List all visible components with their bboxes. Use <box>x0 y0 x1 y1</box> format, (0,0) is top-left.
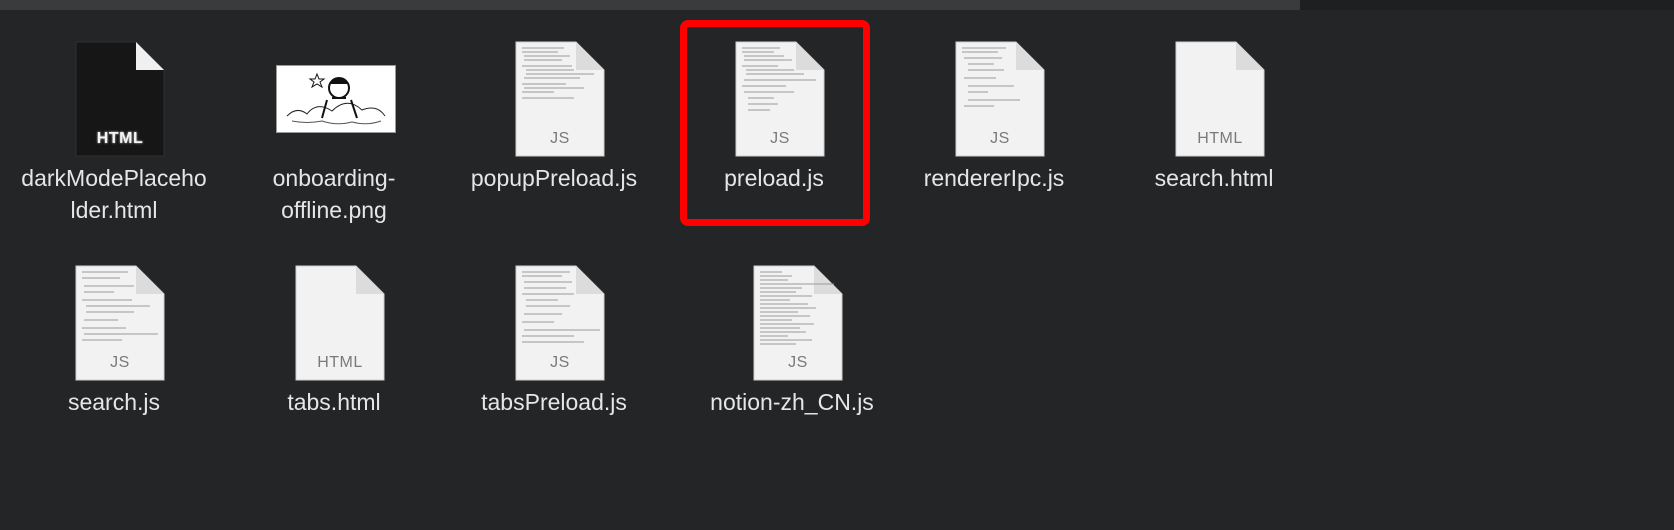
toolbar-area <box>0 0 1300 10</box>
file-item-notion-zh_CN[interactable]: JS notion-zh_CN.js <box>682 242 902 418</box>
selection-highlight-box <box>680 20 870 226</box>
file-item-tabs-html[interactable]: HTML tabs.html <box>224 242 444 418</box>
file-name: search.js <box>67 389 161 415</box>
html-file-icon: HTML <box>74 40 166 158</box>
file-name: notion-zh_CN.js <box>710 389 874 415</box>
file-name: tabsPreload.js <box>481 389 627 415</box>
file-item-search-html[interactable]: HTML search.html <box>1104 18 1324 194</box>
file-item-popupPreload[interactable]: JS popupPreload.js <box>444 18 664 194</box>
file-name: search.html <box>1154 165 1274 191</box>
js-file-icon: JS <box>954 40 1046 158</box>
file-name: onboarding- offline.png <box>272 165 396 223</box>
window-top-bar <box>0 0 1674 10</box>
file-item-search-js[interactable]: JS search.js <box>4 242 224 418</box>
html-file-icon: HTML <box>1174 40 1266 158</box>
file-item-tabsPreload[interactable]: JS tabsPreload.js <box>444 242 664 418</box>
html-file-icon: HTML <box>294 264 386 382</box>
file-name: tabs.html <box>287 389 381 415</box>
js-file-icon: JS <box>752 264 844 382</box>
js-file-icon: JS <box>514 40 606 158</box>
file-item-darkModePlaceholder[interactable]: HTML darkModePlaceho lder.html <box>4 18 224 226</box>
file-item-onboarding-offline[interactable]: onboarding- offline.png <box>224 18 444 226</box>
js-file-icon: JS <box>514 264 606 382</box>
file-name: rendererIpc.js <box>923 165 1065 191</box>
image-thumbnail <box>276 65 396 133</box>
file-item-rendererIpc[interactable]: JS rendererIpc.js <box>884 18 1104 194</box>
js-file-icon: JS <box>74 264 166 382</box>
toolbar-right-area <box>1300 0 1674 10</box>
file-name: darkModePlaceho lder.html <box>21 165 207 223</box>
file-name: popupPreload.js <box>470 165 638 191</box>
